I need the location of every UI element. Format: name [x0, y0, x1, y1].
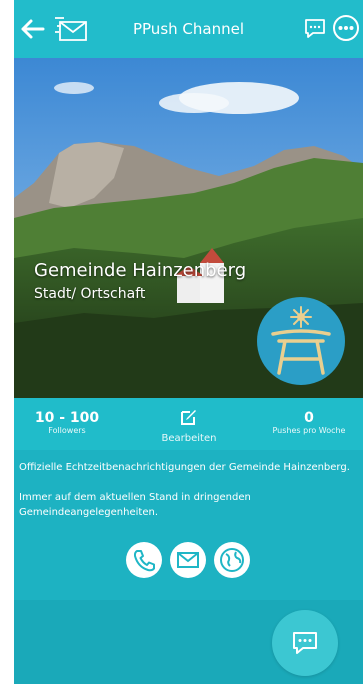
top-bar: PPush Channel [14, 0, 363, 58]
edit-label: Bearbeiten [161, 433, 217, 444]
web-globe-icon [220, 548, 244, 572]
edit-icon [181, 410, 196, 425]
contact-actions [126, 542, 250, 578]
chat-icon[interactable] [303, 17, 327, 39]
followers-count: 10 - 100 [34, 410, 100, 426]
mail-icon [177, 552, 199, 568]
followers-stat: 10 - 100 Followers [32, 410, 102, 435]
website-button[interactable] [214, 542, 250, 578]
stats-bar: 10 - 100 Followers Bearbeiten 0 Pushes p… [14, 398, 363, 450]
chat-bubble-icon [293, 632, 317, 654]
description-line-1: Offizielle Echtzeitbenachrichtigungen de… [19, 462, 350, 473]
phone-icon [133, 550, 155, 572]
municipality-emblem-icon [271, 306, 331, 375]
phone-button[interactable] [126, 542, 162, 578]
pushes-count: 0 [304, 410, 314, 426]
channel-name: Gemeinde Hainzenberg [34, 260, 247, 281]
channel-description: Offizielle Echtzeitbenachrichtigungen de… [14, 450, 363, 600]
bottom-area [14, 600, 363, 684]
app-screen: PPush Channel Gemeinde Hainzenberg Stadt… [14, 0, 363, 684]
channel-logo [257, 297, 345, 385]
chat-fab-button[interactable] [272, 610, 338, 676]
pushes-label: Pushes pro Woche [272, 426, 346, 435]
more-options-icon[interactable] [332, 14, 360, 42]
channel-hero: Gemeinde Hainzenberg Stadt/ Ortschaft [14, 58, 363, 398]
edit-button[interactable]: Bearbeiten [151, 408, 227, 444]
pushes-stat: 0 Pushes pro Woche [269, 410, 349, 435]
channel-type: Stadt/ Ortschaft [34, 286, 146, 302]
description-line-2: Immer auf dem aktuellen Stand in dringen… [19, 492, 251, 518]
followers-label: Followers [48, 426, 86, 435]
mail-button[interactable] [170, 542, 206, 578]
